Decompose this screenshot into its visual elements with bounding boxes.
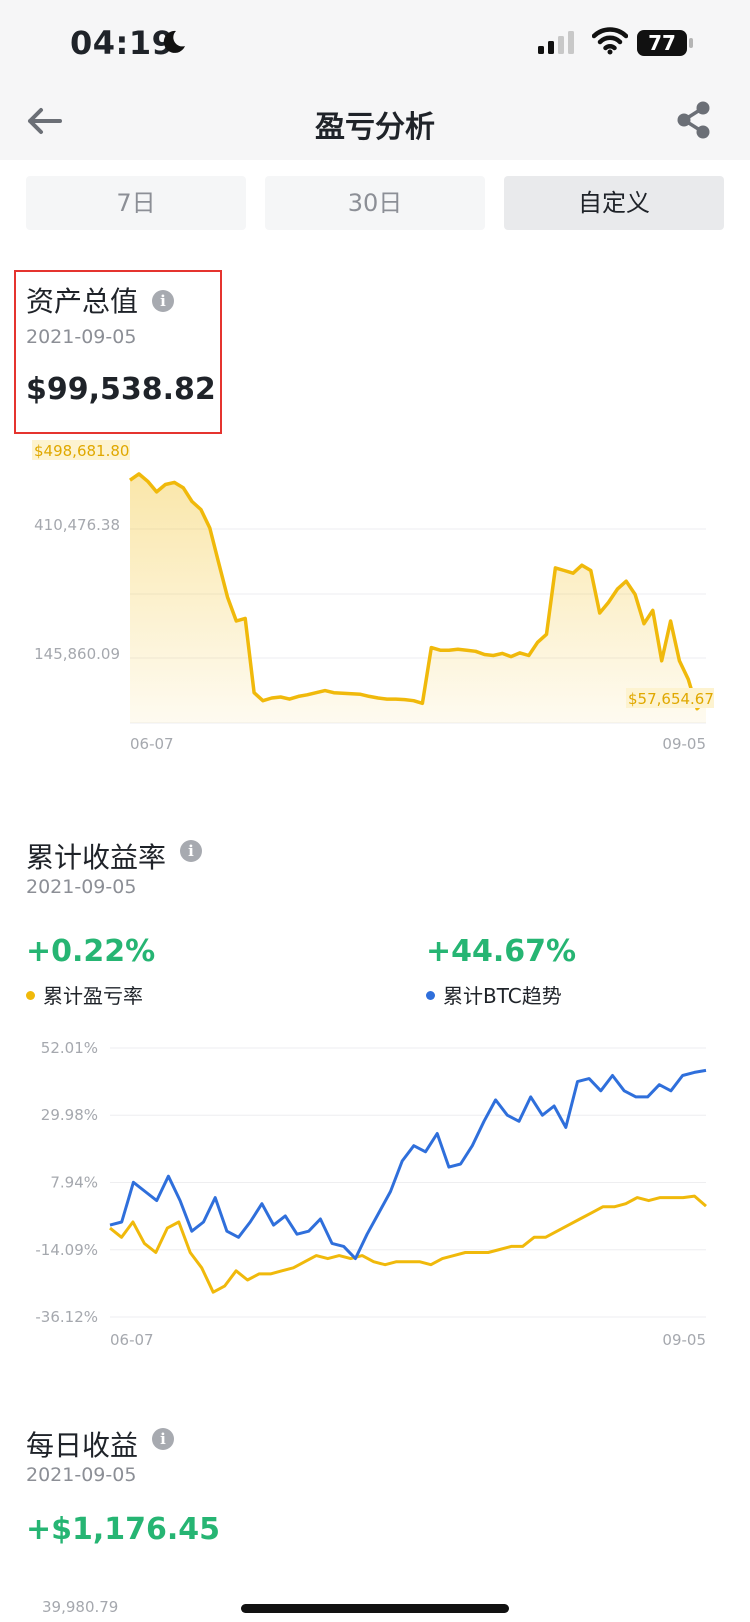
cellular-signal-icon [538,31,574,54]
share-icon[interactable] [674,98,714,142]
y-tick-label: 145,860.09 [34,645,120,663]
y-tick-label: 410,476.38 [34,516,120,534]
status-time: 04:19 [70,24,175,62]
cumulative-return-title: 累计收益率 [26,841,167,874]
btc-trend-line [109,1068,707,1261]
info-icon[interactable]: i [180,840,202,862]
info-icon[interactable]: i [152,1428,174,1450]
y-tick-label: 7.94% [50,1174,98,1192]
daily-earnings-axis-label: 39,980.79 [42,1598,119,1616]
pnl-rate-legend-label: 累计盈亏率 [43,984,143,1008]
btc-trend-value: +44.67% [426,934,577,969]
total-assets-title: 资产总值 [26,285,139,318]
x-end-label: 09-05 [662,735,706,753]
total-assets-date: 2021-09-05 [26,326,137,348]
btc-trend-legend-label: 累计BTC趋势 [443,984,562,1008]
period-tabs: 7日 30日 自定义 [26,176,726,230]
pnl-rate-value: +0.22% [26,934,156,969]
info-icon[interactable]: i [152,290,174,312]
x-start-label: 06-07 [130,735,174,753]
moon-icon [163,30,185,53]
daily-earnings-value: +$1,176.45 [26,1512,221,1547]
y-tick-label: 52.01% [41,1039,98,1057]
wifi-icon [592,27,628,55]
daily-earnings-title: 每日收益 [26,1429,139,1462]
tab-7d[interactable]: 7日 [26,176,246,230]
cumulative-return-date: 2021-09-05 [26,876,137,898]
x-end-label: 09-05 [662,1331,706,1349]
home-indicator [241,1604,509,1613]
battery-icon: 77 [637,30,693,56]
y-tick-label: -36.12% [35,1308,98,1326]
legend-dot-blue [426,991,435,1000]
asset-area-fill [130,473,706,723]
page-title: 盈亏分析 [315,110,435,145]
nav-bar: 盈亏分析 [0,92,750,160]
total-assets-value: $99,538.82 [26,372,216,407]
tab-custom[interactable]: 自定义 [504,176,724,230]
total-assets-chart[interactable]: 410,476.38 145,860.09 $498,681.80 $57,65… [0,440,750,760]
tab-30d[interactable]: 30日 [265,176,485,230]
battery-level: 77 [648,31,676,55]
cumulative-return-chart[interactable]: 52.01% 29.98% 7.94% -14.09% -36.12% 06-07 09… [0,1030,750,1360]
pnl-rate-legend: 累计盈亏率 [26,980,143,1009]
pnl-rate-line [109,1194,707,1294]
daily-earnings-date: 2021-09-05 [26,1464,137,1486]
btc-trend-legend: 累计BTC趋势 [426,980,562,1009]
y-tick-label: 29.98% [41,1106,98,1124]
x-start-label: 06-07 [110,1331,154,1349]
max-value-label: $498,681.80 [34,442,129,460]
y-tick-label: -14.09% [35,1241,98,1259]
legend-dot-yellow [26,991,35,1000]
status-bar: 04:19 77 [0,0,750,92]
min-value-label: $57,654.67 [628,690,714,708]
